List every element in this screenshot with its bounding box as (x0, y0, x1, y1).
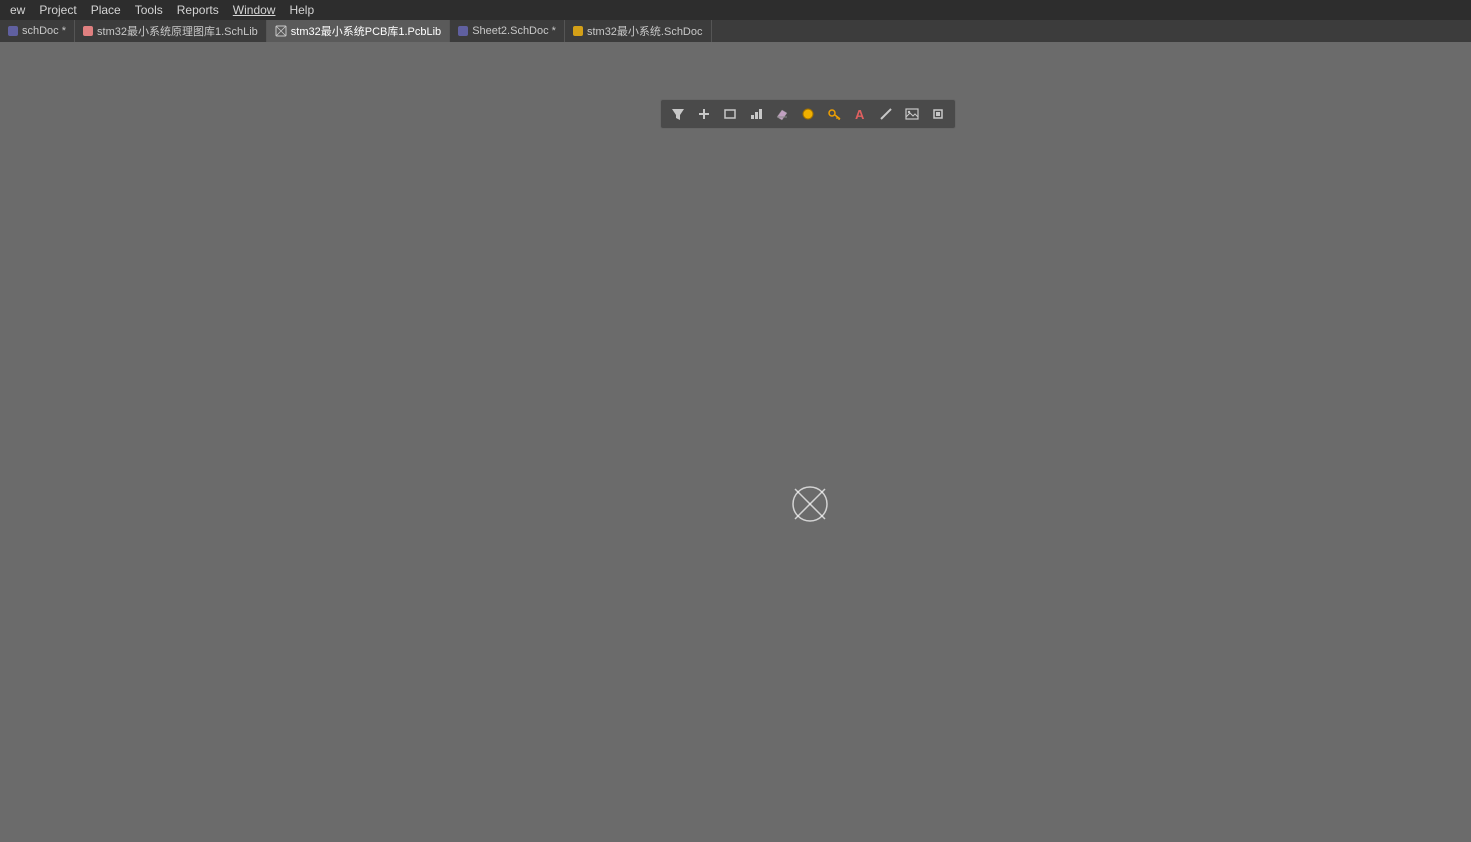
tab-schlib[interactable]: stm32最小系统原理图库1.SchLib (75, 20, 267, 42)
menu-item-window[interactable]: Window (227, 1, 282, 19)
btn-image[interactable] (900, 103, 924, 125)
menu-item-place[interactable]: Place (85, 1, 127, 19)
menu-item-ew[interactable]: ew (4, 1, 31, 19)
canvas-area[interactable]: A (0, 42, 1471, 842)
menu-item-tools[interactable]: Tools (129, 1, 169, 19)
btn-line[interactable] (874, 103, 898, 125)
tab-bar: schDoc * stm32最小系统原理图库1.SchLib stm32最小系统… (0, 20, 1471, 42)
btn-eraser[interactable] (770, 103, 794, 125)
menu-item-project[interactable]: Project (33, 1, 82, 19)
btn-filter[interactable] (666, 103, 690, 125)
btn-text[interactable]: A (848, 103, 872, 125)
cursor-indicator (791, 485, 829, 523)
btn-circle-yellow[interactable] (796, 103, 820, 125)
tab-schdoc2[interactable]: Sheet2.SchDoc * (450, 20, 565, 42)
tab-pcblib[interactable]: stm32最小系统PCB库1.PcbLib (267, 20, 450, 42)
btn-rect[interactable] (718, 103, 742, 125)
tab-icon-pcblib (275, 25, 287, 37)
btn-key[interactable] (822, 103, 846, 125)
svg-text:A: A (855, 107, 865, 121)
tab-schdoc3[interactable]: stm32最小系统.SchDoc (565, 20, 712, 42)
menu-item-reports[interactable]: Reports (171, 1, 225, 19)
btn-chart[interactable] (744, 103, 768, 125)
btn-add[interactable] (692, 103, 716, 125)
tab-icon-schdoc3 (573, 26, 583, 36)
btn-square[interactable] (926, 103, 950, 125)
tab-label-schdoc3: stm32最小系统.SchDoc (587, 23, 703, 39)
tab-label-schlib: stm32最小系统原理图库1.SchLib (97, 23, 258, 39)
menu-item-help[interactable]: Help (283, 1, 320, 19)
tab-label-schdoc2: Sheet2.SchDoc * (472, 25, 556, 37)
floating-toolbar: A (660, 99, 956, 129)
tab-label-pcblib: stm32最小系统PCB库1.PcbLib (291, 23, 441, 39)
menu-bar: ew Project Place Tools Reports Window He… (0, 0, 1471, 20)
tab-icon-schdoc2 (458, 26, 468, 36)
tab-schdoc[interactable]: schDoc * (0, 20, 75, 42)
tab-icon-schdoc (8, 26, 18, 36)
tab-label-schdoc: schDoc * (22, 25, 66, 37)
tab-icon-schlib (83, 26, 93, 36)
